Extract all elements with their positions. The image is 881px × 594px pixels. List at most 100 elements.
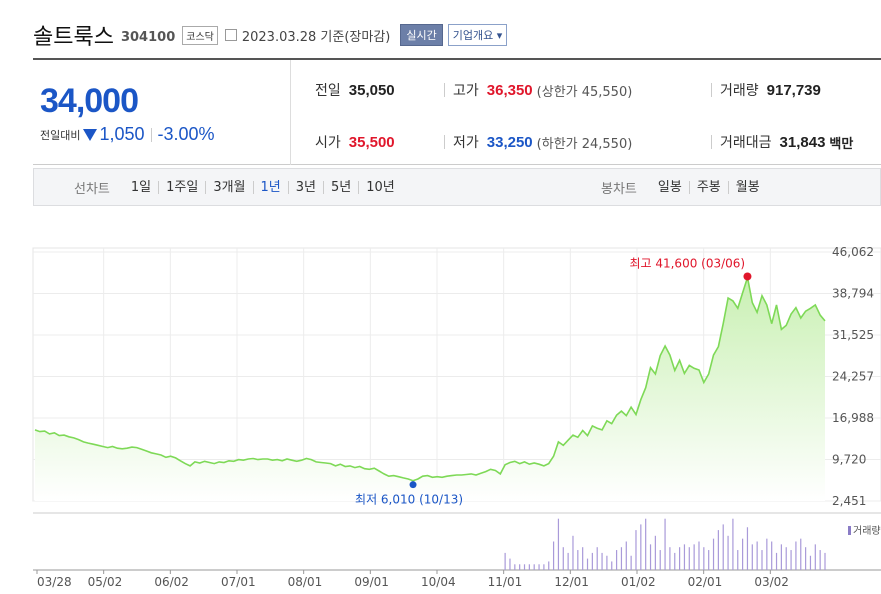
high-price: 고가 36,350 (상한가 45,550) <box>444 80 632 100</box>
volume-bar <box>567 552 569 570</box>
high-label: 고가 <box>453 83 479 99</box>
stock-header: 솔트룩스 304100 코스닥 2023.03.28 기준(장마감) 실시간 기… <box>33 18 508 52</box>
volume-bar <box>552 541 555 570</box>
x-tick-label: 02/01 <box>688 575 723 589</box>
volume-bar <box>805 547 807 570</box>
volume-bar <box>504 552 506 570</box>
volume-legend-swatch <box>848 526 851 535</box>
volume-bar <box>717 530 719 570</box>
tab-candle-2[interactable]: 월봉 <box>727 180 767 194</box>
tab-line-1[interactable]: 1주일 <box>158 180 205 194</box>
volume-bar <box>645 518 647 570</box>
tab-line-0[interactable]: 1일 <box>124 181 158 194</box>
y-tick-label: 46,062 <box>832 245 874 259</box>
line-chart-tabs: 1일 1주일 3개월 1년 3년 5년 10년 <box>124 180 402 194</box>
volume-bar <box>577 550 579 570</box>
volume-bar <box>795 541 797 570</box>
candle-chart-group: 봉차트 일봉 주봉 월봉 <box>601 178 767 197</box>
calendar-icon <box>224 29 237 41</box>
volume-bar <box>703 547 705 570</box>
volume-bar <box>683 544 686 570</box>
y-axis-labels: 46,062 38,794 31,525 24,257 16,988 9,720 2,451 <box>832 245 874 508</box>
price-chart: 46,062 38,794 31,525 24,257 16,988 9,720 2,451… <box>32 245 881 589</box>
volume-bar <box>732 518 734 570</box>
volume-bar <box>615 550 618 570</box>
x-tick-label: 05/02 <box>88 575 123 589</box>
stock-name: 솔트룩스 <box>33 25 114 50</box>
y-tick-label: 31,525 <box>832 328 874 342</box>
high-value: 36,350 <box>486 81 533 99</box>
base-date: 2023.03.28 기준(장마감) <box>241 29 391 45</box>
tab-line-3[interactable]: 1년 <box>252 180 288 194</box>
tab-line-5[interactable]: 5년 <box>323 180 358 194</box>
min-annotation: 최저 6,010 (10/13) <box>355 493 463 507</box>
line-chart-label: 선차트 <box>74 181 110 197</box>
volume-bar <box>727 535 729 570</box>
volume-bar <box>814 544 816 570</box>
volume-bar <box>572 535 574 570</box>
x-tick-label: 08/01 <box>288 575 323 589</box>
open-price: 시가 35,500 <box>315 132 395 152</box>
realtime-button[interactable]: 실시간 <box>400 24 443 46</box>
tab-candle-1[interactable]: 주봉 <box>688 180 728 194</box>
current-price-panel: 34,000 전일대비 1,050 -3.00% <box>33 60 291 165</box>
volume-bar <box>659 550 661 570</box>
y-tick-label: 38,794 <box>832 287 874 301</box>
volume-bar <box>606 555 608 570</box>
x-tick-label: 10/04 <box>421 575 456 589</box>
volume-bar <box>742 538 744 570</box>
volume-bar <box>514 564 516 570</box>
amount-label: 거래대금 <box>720 135 772 151</box>
down-arrow-icon <box>83 128 98 141</box>
divider <box>444 135 445 149</box>
x-tick-label: 12/01 <box>554 575 589 589</box>
volume: 거래량 917,739 <box>711 80 821 100</box>
open-label: 시가 <box>315 135 341 151</box>
low-value: 33,250 <box>486 133 533 151</box>
volume-label: 거래량 <box>720 83 759 99</box>
max-annotation: 최고 41,600 (03/06) <box>629 256 745 270</box>
volume-bar <box>737 550 739 570</box>
market-badge: 코스닥 <box>182 25 218 45</box>
volume-bar <box>533 564 535 570</box>
chart-tabbar: 선차트 1일 1주일 3개월 1년 3년 5년 10년 봉차트 일봉 주봉 월봉 <box>33 168 881 206</box>
volume-bar <box>548 561 550 570</box>
volume-bar <box>766 538 768 570</box>
volume-bar <box>771 541 773 570</box>
volume-bar <box>557 518 560 570</box>
amount-value: 31,843 <box>779 133 826 151</box>
volume-bar <box>635 530 637 570</box>
divider <box>444 83 445 97</box>
volume-value: 917,739 <box>766 81 821 99</box>
volume-bar <box>698 541 700 570</box>
volume-bar <box>790 550 792 570</box>
max-point-marker <box>743 272 752 281</box>
volume-bars: 거래량 <box>504 518 881 570</box>
prev-close-value: 35,050 <box>348 81 395 99</box>
volume-bar <box>809 555 812 570</box>
divider <box>711 135 712 149</box>
volume-bar <box>800 538 802 570</box>
company-overview-dropdown[interactable]: 기업개요 ▾ <box>447 24 508 46</box>
divider <box>150 127 152 142</box>
volume-bar <box>824 552 826 570</box>
y-tick-label: 2,451 <box>832 494 866 508</box>
volume-bar <box>664 518 666 570</box>
x-tick-label: 03/28 <box>37 575 72 589</box>
volume-bar <box>669 547 671 570</box>
volume-bar <box>611 561 613 570</box>
volume-bar <box>596 547 598 570</box>
prev-close: 전일 35,050 <box>315 80 395 100</box>
volume-bar <box>649 544 652 570</box>
volume-bar <box>591 552 593 570</box>
tab-line-4[interactable]: 3년 <box>287 180 323 194</box>
tab-candle-0[interactable]: 일봉 <box>651 181 689 194</box>
change-label: 전일대비 <box>40 128 81 142</box>
tab-line-2[interactable]: 3개월 <box>205 180 252 194</box>
tab-line-6[interactable]: 10년 <box>358 180 402 194</box>
x-tick-label: 03/02 <box>754 575 789 589</box>
volume-bar <box>688 547 690 570</box>
volume-bar <box>708 550 710 570</box>
change-value: 1,050 <box>99 124 145 144</box>
volume-bar <box>785 547 787 570</box>
